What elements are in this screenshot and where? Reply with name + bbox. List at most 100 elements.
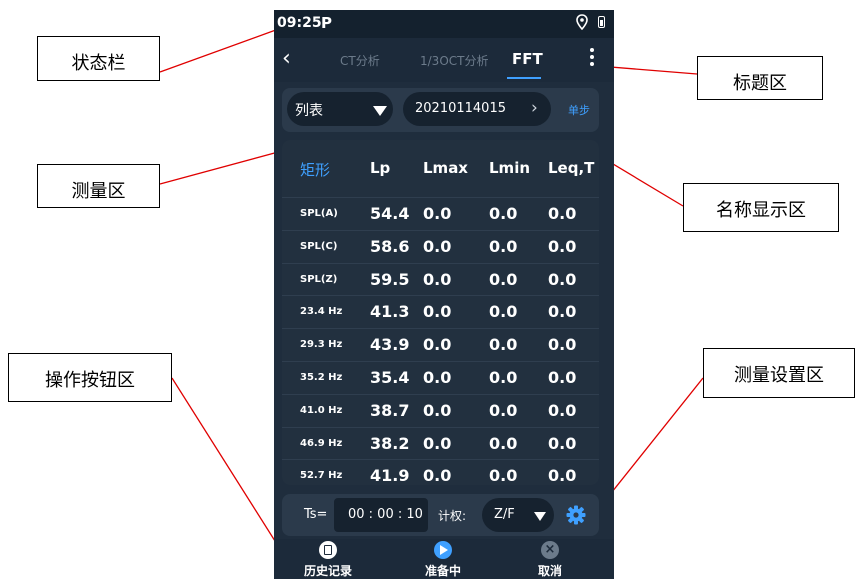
cell-lp: 58.6 [370, 236, 410, 256]
cancel-label: 取消 [537, 564, 562, 578]
cell-leq: 0.0 [548, 335, 577, 355]
ready-label: 准备中 [424, 564, 461, 578]
cell-lmax: 0.0 [423, 466, 452, 485]
cell-lp: 41.3 [370, 302, 410, 322]
table-header: 矩形 Lp Lmax Lmin Leq,T [282, 145, 599, 191]
cell-lmax: 0.0 [423, 400, 452, 420]
row-label: 41.0 Hz [300, 404, 343, 416]
callout-measure-area: 测量区 [37, 164, 160, 208]
measurement-settings-bar: Ts= 00 : 00 : 10 计权: Z/F [282, 494, 599, 536]
cell-leq: 0.0 [548, 466, 577, 485]
cell-lmax: 0.0 [423, 433, 452, 453]
ts-duration-value: 00 : 00 : 10 [348, 507, 423, 522]
row-label: SPL(A) [300, 208, 338, 219]
cell-leq: 0.0 [548, 400, 577, 420]
location-icon [576, 14, 588, 30]
status-time: 09:25 [277, 15, 322, 31]
back-arrow-icon[interactable]: ‹ [282, 46, 291, 71]
measurement-table: 矩形 Lp Lmax Lmin Leq,T SPL(A) 54.4 0.0 0.0 0.… [282, 140, 599, 485]
action-button-bar: 历史记录 准备中 × 取消 [274, 539, 614, 579]
header-lmax: Lmax [423, 159, 468, 177]
table-row: SPL(Z) 59.5 0.0 0.0 0.0 [282, 262, 599, 297]
cell-lp: 41.9 [370, 466, 410, 485]
table-row: SPL(C) 58.6 0.0 0.0 0.0 [282, 229, 599, 264]
window-type-header[interactable]: 矩形 [300, 159, 330, 180]
phone-screen: 09:25 P ‹ CT分析 1/3OCT分析 FFT 列表 202101140… [274, 10, 614, 579]
cell-leq: 0.0 [548, 302, 577, 322]
battery-icon [598, 16, 605, 28]
row-label: SPL(C) [300, 240, 338, 252]
chevron-right-icon: › [531, 98, 538, 118]
ts-label: Ts= [304, 507, 328, 522]
cell-lmax: 0.0 [423, 269, 452, 289]
history-button[interactable]: 历史记录 [288, 541, 368, 579]
cell-lmin: 0.0 [489, 368, 518, 387]
cell-lmax: 0.0 [423, 302, 452, 322]
ts-duration-field[interactable]: 00 : 00 : 10 [334, 498, 428, 532]
view-mode-value: 列表 [295, 103, 323, 119]
cell-leq: 0.0 [548, 236, 577, 256]
row-label: 29.3 Hz [300, 339, 343, 351]
callout-title-area: 标题区 [697, 56, 823, 100]
table-row: 52.7 Hz 41.9 0.0 0.0 0.0 [282, 459, 599, 485]
row-label: SPL(Z) [300, 273, 338, 285]
callout-name-area: 名称显示区 [683, 183, 839, 232]
cell-lmin: 0.0 [489, 335, 518, 355]
cell-lmin: 0.0 [489, 302, 518, 322]
table-row: SPL(A) 54.4 0.0 0.0 0.0 [282, 197, 599, 231]
record-name: 20210114015 [415, 101, 506, 116]
more-options-icon[interactable] [590, 48, 594, 69]
record-name-selector[interactable]: 20210114015 › [403, 92, 551, 126]
view-mode-dropdown[interactable]: 列表 [287, 92, 393, 126]
cell-lp: 38.7 [370, 400, 410, 420]
header-lmin: Lmin [489, 159, 531, 177]
cell-lmax: 0.0 [423, 236, 452, 256]
cell-lp: 43.9 [370, 335, 410, 355]
close-icon: × [541, 541, 559, 559]
cancel-button[interactable]: × 取消 [510, 541, 590, 579]
row-label: 52.7 Hz [300, 470, 343, 482]
active-tab-indicator [507, 77, 541, 79]
row-label: 23.4 Hz [300, 306, 343, 318]
cell-lmin: 0.0 [489, 466, 518, 485]
dropdown-arrow-icon [534, 512, 546, 521]
status-bar: 09:25 P [274, 10, 614, 38]
cell-lmax: 0.0 [423, 368, 452, 387]
cell-lmin: 0.0 [489, 269, 518, 289]
cell-lmin: 0.0 [489, 433, 518, 453]
callout-settings-area: 测量设置区 [703, 348, 855, 398]
tab-third-oct[interactable]: 1/3OCT分析 [420, 52, 488, 69]
header-leq: Leq,T [548, 159, 595, 177]
tab-oct[interactable]: CT分析 [340, 52, 380, 69]
header-lp: Lp [370, 159, 391, 177]
callout-status-bar: 状态栏 [37, 36, 160, 81]
dropdown-arrow-icon [373, 106, 387, 116]
cell-leq: 0.0 [548, 269, 577, 289]
cell-lmax: 0.0 [423, 204, 452, 223]
weighting-dropdown[interactable]: Z/F [482, 498, 554, 532]
weighting-label: 计权: [438, 509, 467, 523]
cell-lmin: 0.0 [489, 236, 518, 256]
parking-app-icon: P [321, 14, 332, 32]
cell-lp: 59.5 [370, 269, 410, 289]
cell-lp: 54.4 [370, 204, 410, 223]
name-display-bar: 列表 20210114015 › 单步 [282, 88, 599, 132]
table-row: 23.4 Hz 41.3 0.0 0.0 0.0 [282, 295, 599, 329]
tab-fft[interactable]: FFT [512, 50, 543, 68]
cell-lmax: 0.0 [423, 335, 452, 355]
start-measure-button[interactable]: 准备中 [403, 541, 483, 579]
row-label: 35.2 Hz [300, 372, 343, 383]
table-row: 35.2 Hz 35.4 0.0 0.0 0.0 [282, 361, 599, 395]
cell-leq: 0.0 [548, 204, 577, 223]
table-row: 46.9 Hz 38.2 0.0 0.0 0.0 [282, 426, 599, 461]
cell-lmin: 0.0 [489, 400, 518, 420]
gear-icon[interactable] [566, 505, 586, 525]
single-step-button[interactable]: 单步 [568, 102, 590, 118]
table-row: 29.3 Hz 43.9 0.0 0.0 0.0 [282, 328, 599, 362]
callout-button-area: 操作按钮区 [8, 353, 172, 402]
play-icon [434, 541, 452, 559]
cell-leq: 0.0 [548, 368, 577, 387]
weighting-value: Z/F [494, 507, 515, 522]
row-label: 46.9 Hz [300, 437, 343, 449]
history-icon [319, 541, 337, 559]
